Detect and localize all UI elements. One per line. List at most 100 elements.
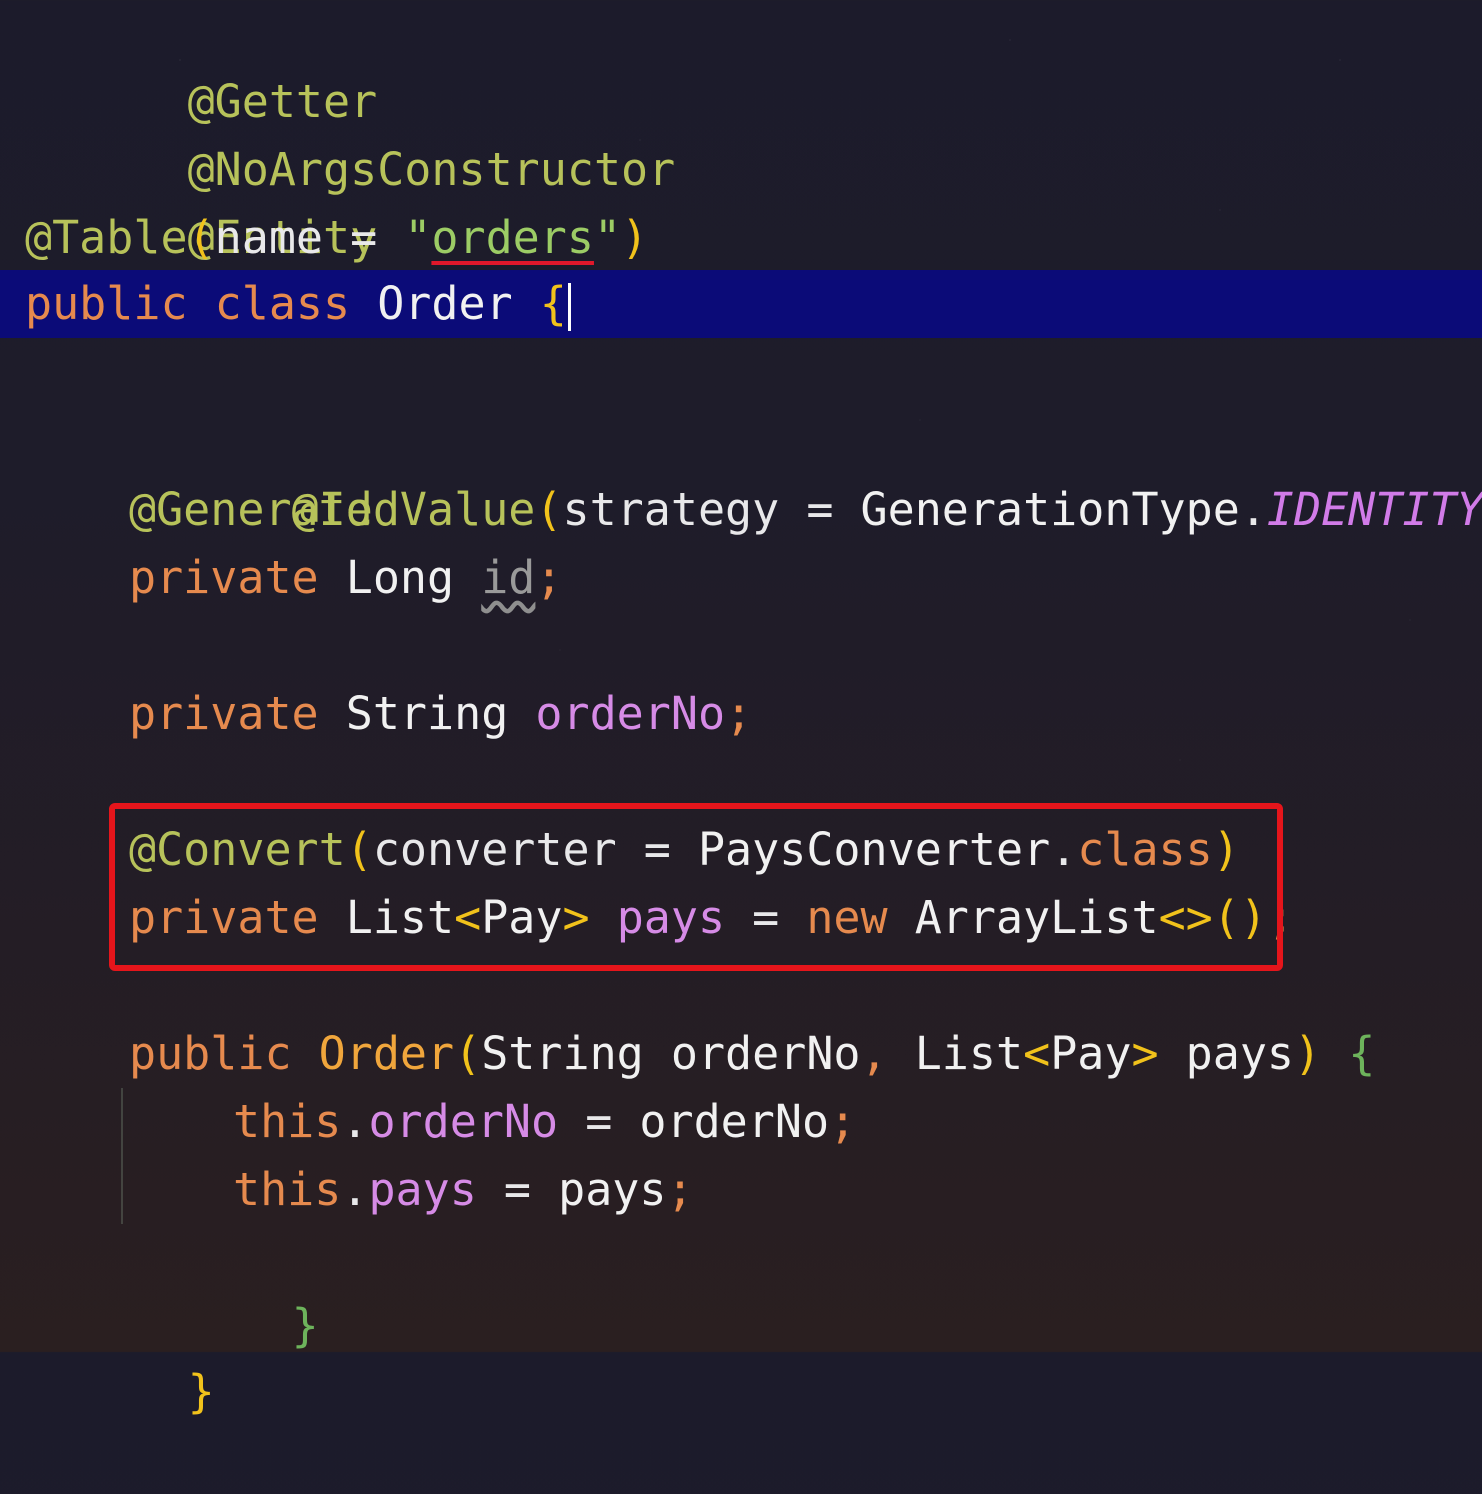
text-caret xyxy=(567,283,571,331)
code-line-2[interactable]: @NoArgsConstructor xyxy=(0,68,1482,196)
indent-guide xyxy=(121,1088,123,1224)
type-list: List xyxy=(914,1027,1024,1080)
code-line-11[interactable]: private String orderNo; xyxy=(0,680,1482,748)
code-line-7[interactable]: @Id xyxy=(0,408,1482,536)
field-id-warning[interactable]: id xyxy=(481,551,535,604)
semicolon: ; xyxy=(725,687,753,740)
type-pay: Pay xyxy=(1050,1027,1132,1080)
paren-close: ) xyxy=(1294,1027,1322,1080)
paren-open: ( xyxy=(535,483,563,536)
string-orders-typo-underlined[interactable]: orders xyxy=(431,211,594,264)
generic-close: > xyxy=(562,891,590,944)
code-line-13[interactable]: private List<Pay> pays = new ArrayList<>… xyxy=(0,884,1482,952)
code-line-16[interactable]: this.orderNo = orderNo; xyxy=(0,1088,1482,1156)
comma: , xyxy=(860,1027,888,1080)
generic-open: < xyxy=(1023,1027,1051,1080)
diamond-operator: <> xyxy=(1158,891,1213,944)
dot: . xyxy=(1239,483,1267,536)
paren-open: ( xyxy=(454,1027,482,1080)
code-line-18[interactable]: } xyxy=(0,1224,1482,1352)
operator-equals: = xyxy=(323,211,405,264)
param-orderno: orderNo xyxy=(670,1027,861,1080)
generic-close: > xyxy=(1131,1027,1159,1080)
code-line-8[interactable]: @GeneratedValue(strategy = GenerationTyp… xyxy=(0,476,1482,544)
operator-equals: = xyxy=(725,891,807,944)
type-arraylist: ArrayList xyxy=(914,891,1159,944)
code-line-15[interactable]: public Order(String orderNo, List<Pay> p… xyxy=(0,1020,1482,1088)
code-line-9[interactable]: private Long id; xyxy=(0,544,1482,612)
class-name-order: Order xyxy=(377,277,513,330)
keyword-private: private xyxy=(129,891,319,944)
code-line-1[interactable]: @Getter xyxy=(0,0,1482,128)
code-line-17[interactable]: this.pays = pays; xyxy=(0,1156,1482,1224)
keyword-private: private xyxy=(129,687,319,740)
paren-close: ) xyxy=(1212,823,1240,876)
constructor-name-order: Order xyxy=(318,1027,455,1080)
type-pay: Pay xyxy=(481,891,563,944)
paren-close: ) xyxy=(1239,891,1267,944)
type-string: String xyxy=(481,1027,644,1080)
keyword-this: this xyxy=(233,1163,342,1216)
brace-open: { xyxy=(539,277,567,330)
code-line-19[interactable]: } xyxy=(0,1290,1482,1418)
dot: . xyxy=(341,1095,369,1148)
paren-open: ( xyxy=(187,211,215,264)
param-pays: pays xyxy=(1185,1027,1295,1080)
field-pays: pays xyxy=(368,1163,477,1216)
keyword-public: public xyxy=(25,277,188,330)
type-long: Long xyxy=(345,551,455,604)
operator-equals: = xyxy=(558,1095,640,1148)
param-converter: converter xyxy=(372,823,617,876)
dot: . xyxy=(341,1163,369,1216)
field-orderno: orderNo xyxy=(535,687,726,740)
code-line-4[interactable]: @Table(name = "orders") xyxy=(0,204,1482,272)
type-list: List xyxy=(345,891,455,944)
code-line-5-current[interactable]: public class Order { xyxy=(0,270,1482,338)
semicolon: ; xyxy=(829,1095,857,1148)
semicolon: ; xyxy=(1266,891,1295,944)
string-quote-close: " xyxy=(593,211,622,264)
field-pays: pays xyxy=(616,891,726,944)
semicolon: ; xyxy=(535,551,563,604)
operator-equals: = xyxy=(476,1163,559,1216)
dot: . xyxy=(1050,823,1078,876)
paren-close: ) xyxy=(621,211,649,264)
annotation-table: @Table xyxy=(25,211,188,264)
operator-equals: = xyxy=(779,483,861,536)
param-orderno: orderNo xyxy=(639,1095,830,1148)
generic-open: < xyxy=(454,891,482,944)
field-orderno: orderNo xyxy=(368,1095,559,1148)
semicolon: ; xyxy=(666,1163,694,1216)
keyword-private: private xyxy=(129,551,319,604)
code-line-3[interactable]: @Entity xyxy=(0,136,1482,264)
type-paysconverter: PaysConverter xyxy=(697,823,1051,876)
type-generationtype: GenerationType xyxy=(860,483,1240,536)
constant-identity: IDENTITY xyxy=(1266,483,1482,536)
code-line-12[interactable]: @Convert(converter = PaysConverter.class… xyxy=(0,816,1482,884)
keyword-new: new xyxy=(806,891,888,944)
keyword-class: class xyxy=(1077,823,1213,876)
param-name: name xyxy=(214,211,324,264)
keyword-this: this xyxy=(233,1095,342,1148)
paren-open: ( xyxy=(1212,891,1240,944)
string-quote-open: " xyxy=(404,211,432,264)
operator-equals: = xyxy=(616,823,698,876)
keyword-public: public xyxy=(129,1027,292,1080)
param-pays: pays xyxy=(558,1163,667,1216)
param-strategy: strategy xyxy=(562,483,780,536)
type-string: String xyxy=(345,687,509,740)
